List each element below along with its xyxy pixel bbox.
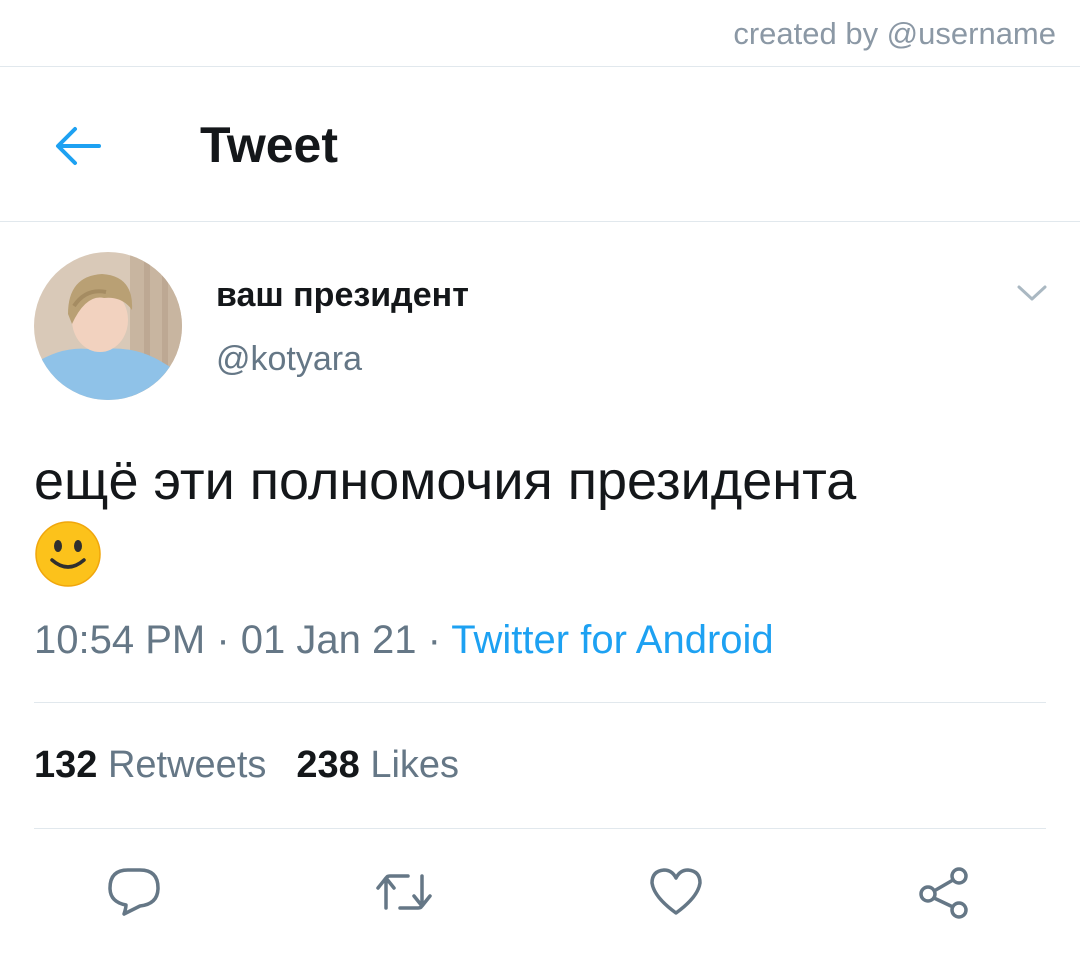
- like-button[interactable]: [646, 862, 706, 922]
- tweet-menu-button[interactable]: [1010, 276, 1054, 310]
- reply-icon: [108, 868, 160, 916]
- likes-stat[interactable]: 238 Likes: [296, 744, 459, 786]
- likes-count: 238: [296, 744, 360, 786]
- tweet-body: ещё эти полномочия президента: [34, 450, 1044, 601]
- meta-divider: [34, 702, 1046, 703]
- display-name[interactable]: ваш президент: [216, 276, 469, 315]
- user-handle[interactable]: @kotyara: [216, 340, 362, 379]
- tweet-text: ещё эти полномочия президента: [34, 451, 857, 511]
- tweet-meta: 10:54 PM · 01 Jan 21 · Twitter for Andro…: [34, 618, 774, 663]
- tweet-stats: 132 Retweets 238 Likes: [34, 744, 459, 787]
- share-button[interactable]: [914, 862, 974, 922]
- heart-icon: [650, 868, 702, 915]
- avatar-image: [34, 252, 182, 400]
- stats-divider: [34, 828, 1046, 829]
- page-title: Tweet: [200, 117, 338, 173]
- back-button[interactable]: [50, 120, 106, 172]
- tweet-source-link[interactable]: Twitter for Android: [451, 618, 773, 662]
- retweets-label: Retweets: [107, 744, 267, 786]
- chevron-down-icon: [1017, 285, 1047, 301]
- tweet-date: 01 Jan 21: [240, 618, 417, 662]
- avatar[interactable]: [34, 252, 182, 400]
- retweet-button[interactable]: [374, 862, 434, 922]
- share-icon: [919, 867, 968, 919]
- top-divider: [0, 66, 1080, 67]
- reply-button[interactable]: [104, 862, 164, 922]
- likes-label: Likes: [370, 744, 460, 786]
- creator-credit: created by @username: [733, 16, 1056, 51]
- arrow-left-icon: [56, 127, 101, 165]
- header-divider: [0, 221, 1080, 222]
- meta-separator: ·: [416, 618, 452, 662]
- tweet-time: 10:54 PM: [34, 618, 206, 662]
- retweet-icon: [376, 874, 432, 910]
- retweets-count: 132: [34, 744, 98, 786]
- meta-separator: ·: [205, 618, 241, 662]
- retweets-stat[interactable]: 132 Retweets: [34, 744, 266, 786]
- slightly-smiling-face-emoji: [34, 520, 102, 601]
